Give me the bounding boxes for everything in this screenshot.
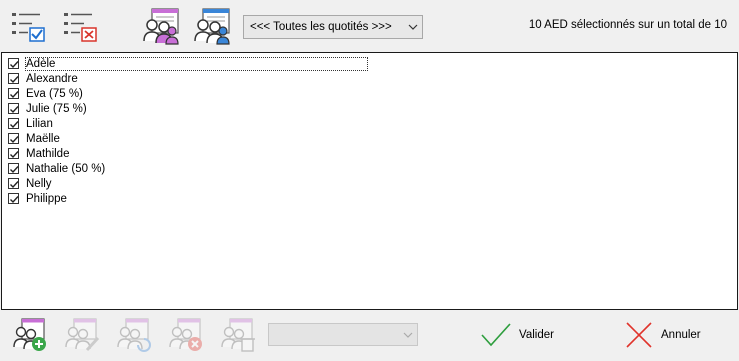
edit-aed-button[interactable] bbox=[64, 317, 100, 353]
checkmark-icon bbox=[481, 323, 511, 347]
people-edit-icon bbox=[65, 318, 100, 352]
list-item[interactable]: Mathilde bbox=[8, 146, 69, 161]
item-label: Nathalie (50 %) bbox=[26, 162, 106, 175]
remove-aed-button[interactable] bbox=[168, 317, 204, 353]
item-checkbox[interactable] bbox=[8, 88, 19, 99]
check-icon bbox=[10, 106, 19, 114]
item-checkbox[interactable] bbox=[8, 73, 19, 84]
bottom-toolbar: Valider Annuler bbox=[0, 310, 739, 361]
item-label: Lilian bbox=[26, 117, 53, 130]
list-item[interactable]: Eva (75 %) bbox=[8, 86, 83, 101]
list-item[interactable]: Alexandre bbox=[8, 71, 78, 86]
list-item[interactable]: Philippe bbox=[8, 191, 67, 206]
item-label: Julie (75 %) bbox=[26, 102, 87, 115]
check-icon bbox=[10, 121, 19, 129]
add-aed-button[interactable] bbox=[12, 317, 48, 353]
list-item[interactable]: Nathalie (50 %) bbox=[8, 161, 105, 176]
check-icon bbox=[10, 61, 19, 69]
item-checkbox[interactable] bbox=[8, 133, 19, 144]
people-add-icon bbox=[13, 318, 46, 351]
check-icon bbox=[10, 166, 19, 174]
quotite-filter-value: <<< Toutes les quotités >>> bbox=[250, 21, 392, 33]
item-label: Alexandre bbox=[26, 72, 78, 85]
item-checkbox[interactable] bbox=[8, 163, 19, 174]
select-men-button[interactable] bbox=[193, 7, 233, 47]
item-checkbox[interactable] bbox=[8, 193, 19, 204]
item-checkbox[interactable] bbox=[8, 148, 19, 159]
aed-list: Adèle Alexandre Eva (75 %) Julie (75 %) … bbox=[1, 52, 738, 310]
cancel-label: Annuler bbox=[661, 329, 701, 341]
item-checkbox[interactable] bbox=[8, 178, 19, 189]
checklist-check-icon bbox=[12, 13, 45, 42]
check-icon bbox=[10, 181, 19, 189]
validate-label: Valider bbox=[519, 329, 554, 341]
deselect-all-button[interactable] bbox=[62, 9, 98, 45]
people-delete-icon bbox=[221, 318, 255, 352]
people-female-icon bbox=[143, 8, 179, 45]
item-label: Adèle bbox=[24, 56, 369, 71]
chevron-down-icon bbox=[403, 332, 413, 338]
check-icon bbox=[10, 196, 19, 204]
close-icon bbox=[626, 322, 652, 348]
item-label: Mathilde bbox=[26, 147, 70, 160]
people-male-icon bbox=[194, 8, 230, 45]
item-label: Nelly bbox=[26, 177, 52, 190]
list-item[interactable]: Nelly bbox=[8, 176, 52, 191]
item-label: Philippe bbox=[26, 192, 67, 205]
check-icon bbox=[10, 76, 19, 84]
selection-status: 10 AED sélectionnés sur un total de 10 bbox=[528, 19, 727, 31]
people-remove-icon bbox=[169, 318, 202, 351]
checklist-cross-icon bbox=[64, 13, 97, 42]
select-all-button[interactable] bbox=[10, 9, 46, 45]
quotite-filter-select[interactable]: <<< Toutes les quotités >>> bbox=[243, 15, 423, 39]
check-icon bbox=[10, 91, 19, 99]
check-icon bbox=[10, 151, 19, 159]
item-checkbox[interactable] bbox=[8, 103, 19, 114]
people-refresh-icon bbox=[117, 318, 151, 352]
chevron-down-icon bbox=[408, 24, 418, 30]
check-icon bbox=[10, 136, 19, 144]
item-checkbox[interactable] bbox=[8, 58, 19, 69]
top-toolbar: <<< Toutes les quotités >>> 10 AED sélec… bbox=[0, 0, 739, 52]
validate-button[interactable]: Valider bbox=[481, 318, 554, 352]
select-women-button[interactable] bbox=[142, 7, 182, 47]
bottom-select[interactable] bbox=[268, 323, 418, 346]
item-label: Eva (75 %) bbox=[26, 87, 83, 100]
list-item[interactable]: Lilian bbox=[8, 116, 53, 131]
item-label: Maëlle bbox=[26, 132, 60, 145]
item-checkbox[interactable] bbox=[8, 118, 19, 129]
delete-aed-button[interactable] bbox=[220, 317, 256, 353]
refresh-aed-button[interactable] bbox=[116, 317, 152, 353]
list-item[interactable]: Adèle bbox=[8, 56, 369, 71]
list-item[interactable]: Julie (75 %) bbox=[8, 101, 87, 116]
cancel-button[interactable]: Annuler bbox=[625, 318, 701, 352]
list-item[interactable]: Maëlle bbox=[8, 131, 60, 146]
